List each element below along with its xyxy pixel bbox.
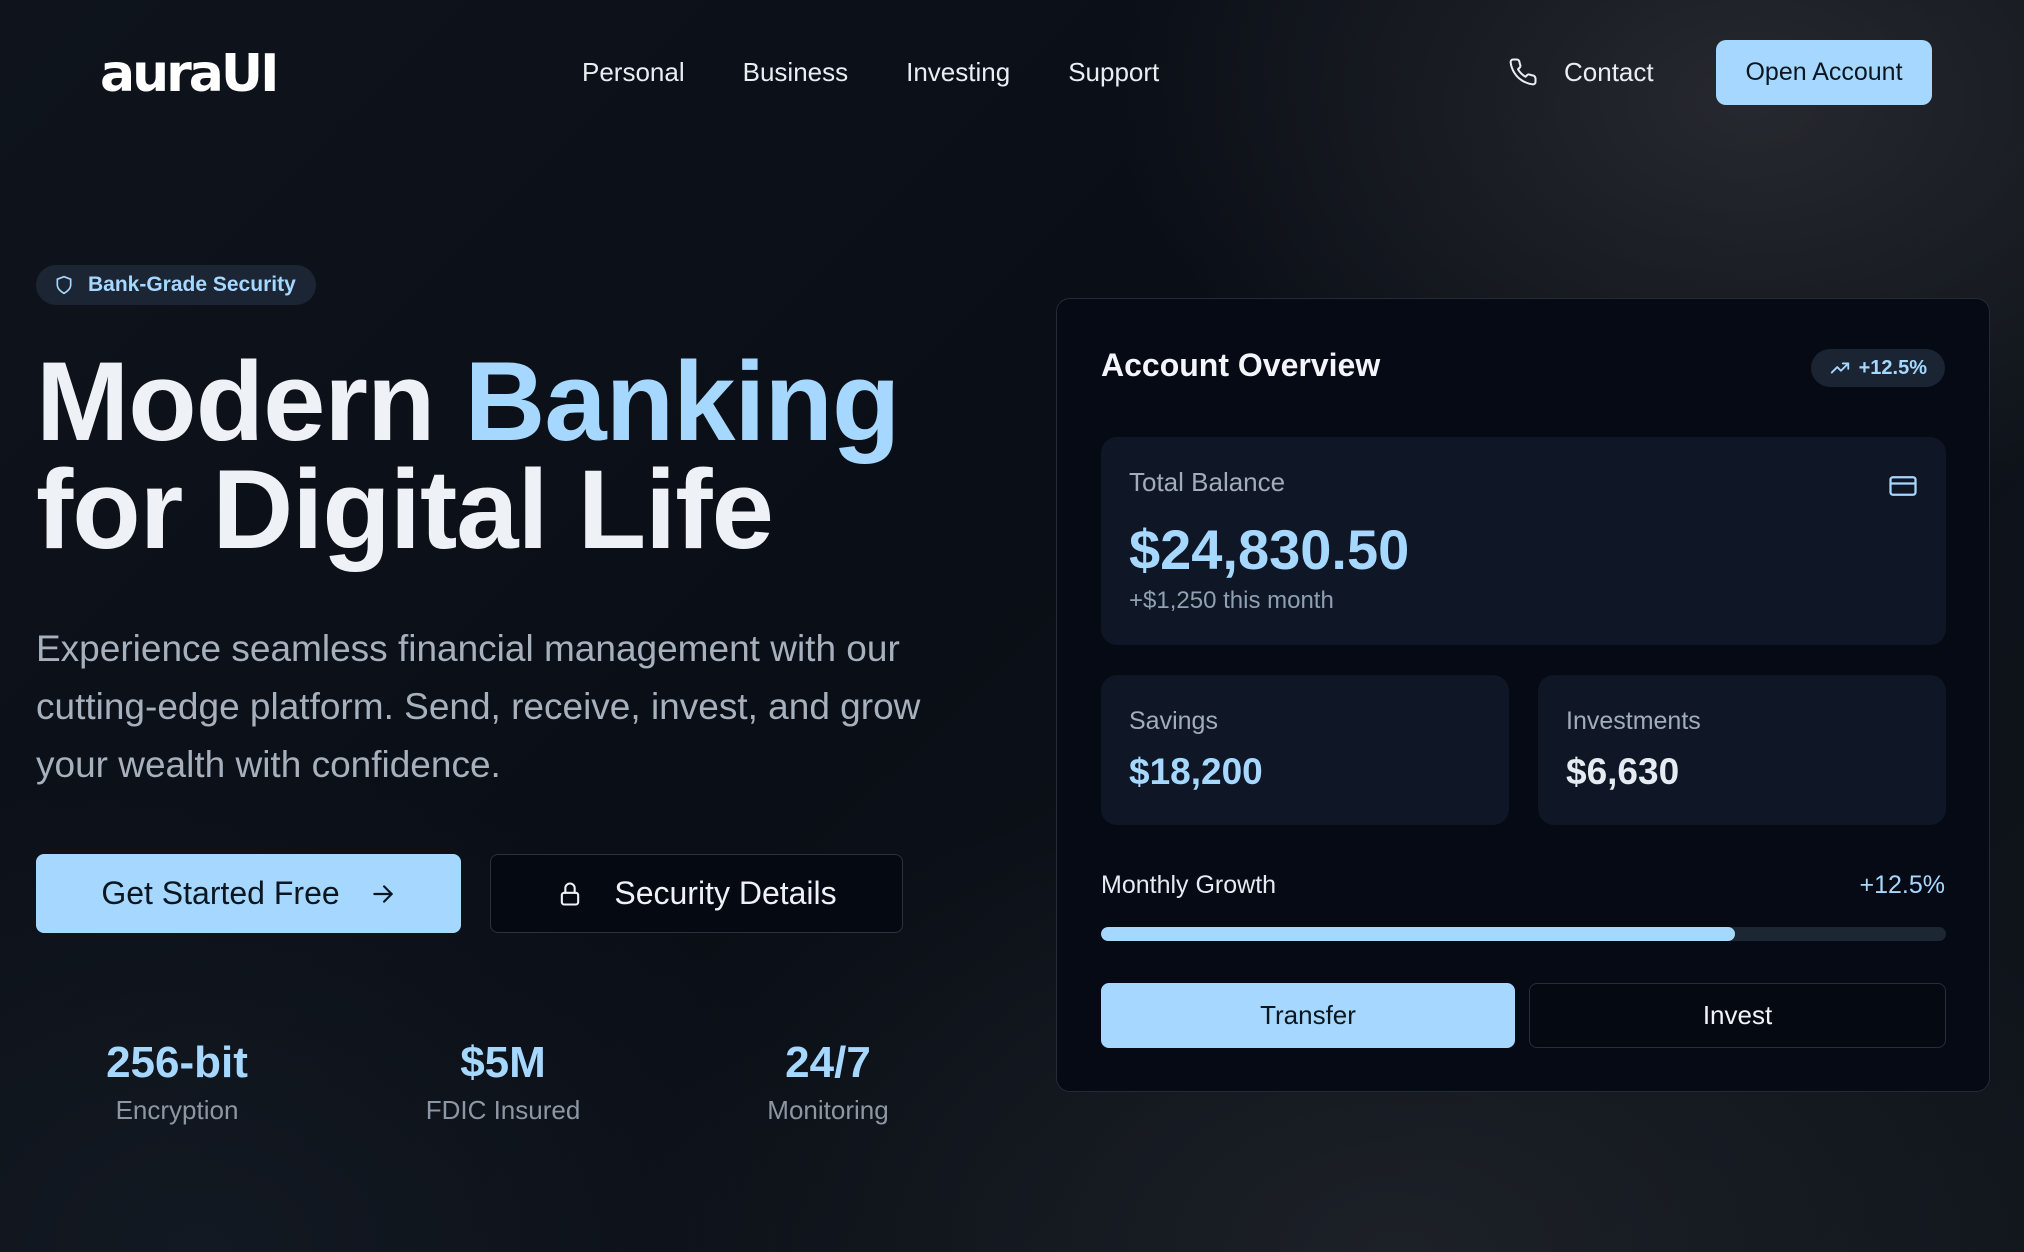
account-overview-card: Account Overview +12.5% Total Balance $2…	[1056, 298, 1990, 1092]
security-details-button[interactable]: Security Details	[490, 854, 903, 933]
security-badge: Bank-Grade Security	[36, 265, 316, 305]
brand-logo[interactable]: auraUI	[100, 44, 279, 104]
stat-value: 24/7	[785, 1038, 871, 1087]
investments-panel: Investments $6,630	[1538, 675, 1946, 825]
get-started-button[interactable]: Get Started Free	[36, 854, 461, 933]
security-details-label: Security Details	[614, 875, 837, 911]
headline-text-2: for Digital Life	[36, 447, 774, 572]
contact-link[interactable]: Contact	[1508, 52, 1654, 92]
invest-button[interactable]: Invest	[1529, 983, 1946, 1048]
nav-link-investing[interactable]: Investing	[906, 52, 1010, 92]
total-balance-label: Total Balance	[1129, 467, 1286, 497]
security-badge-label: Bank-Grade Security	[88, 273, 296, 296]
stat-label: Encryption	[115, 1095, 239, 1125]
get-started-label: Get Started Free	[101, 875, 340, 911]
hero-description: Experience seamless financial management…	[36, 628, 921, 785]
monthly-growth-progress	[1101, 927, 1946, 941]
page-title: Modern Banking for Digital Life	[36, 346, 1016, 566]
investments-value: $6,630	[1566, 751, 1680, 792]
stat-label: FDIC Insured	[425, 1095, 581, 1125]
contact-label: Contact	[1564, 57, 1654, 87]
total-balance-panel: Total Balance $24,830.50 +$1,250 this mo…	[1101, 437, 1946, 645]
investments-label: Investments	[1566, 707, 1701, 735]
headline-accent: Banking	[464, 339, 901, 464]
growth-badge-value: +12.5%	[1858, 356, 1927, 379]
lock-icon	[561, 882, 580, 906]
nav-link-business[interactable]: Business	[743, 52, 849, 92]
stat-label: Monitoring	[767, 1095, 889, 1125]
total-balance-amount: $24,830.50	[1129, 518, 1410, 581]
main-nav: Personal Business Investing Support	[582, 52, 1159, 92]
balance-change: +$1,250 this month	[1129, 587, 1334, 614]
trending-up-icon	[1830, 362, 1849, 374]
monthly-growth-label: Monthly Growth	[1101, 871, 1277, 899]
stat-value: $5M	[460, 1038, 546, 1087]
card-title: Account Overview	[1101, 347, 1381, 383]
stat-monitoring: 24/7 Monitoring	[698, 1036, 958, 1130]
open-account-button[interactable]: Open Account	[1716, 40, 1932, 105]
credit-card-icon[interactable]	[1888, 471, 1918, 501]
stat-fdic: $5M FDIC Insured	[373, 1036, 633, 1130]
transfer-button[interactable]: Transfer	[1101, 983, 1515, 1048]
stat-encryption: 256-bit Encryption	[47, 1036, 307, 1130]
phone-icon	[1509, 58, 1537, 86]
nav-link-personal[interactable]: Personal	[582, 52, 685, 92]
shield-icon	[56, 275, 72, 295]
savings-label: Savings	[1129, 707, 1218, 735]
arrow-right-icon	[372, 884, 393, 903]
growth-badge: +12.5%	[1810, 349, 1945, 387]
headline-text-1: Modern	[36, 339, 465, 464]
monthly-growth-value: +12.5%	[1859, 871, 1946, 899]
progress-fill	[1101, 927, 1735, 941]
stat-value: 256-bit	[106, 1038, 248, 1087]
savings-panel: Savings $18,200	[1101, 675, 1509, 825]
savings-value: $18,200	[1129, 751, 1263, 792]
nav-link-support[interactable]: Support	[1068, 52, 1159, 92]
